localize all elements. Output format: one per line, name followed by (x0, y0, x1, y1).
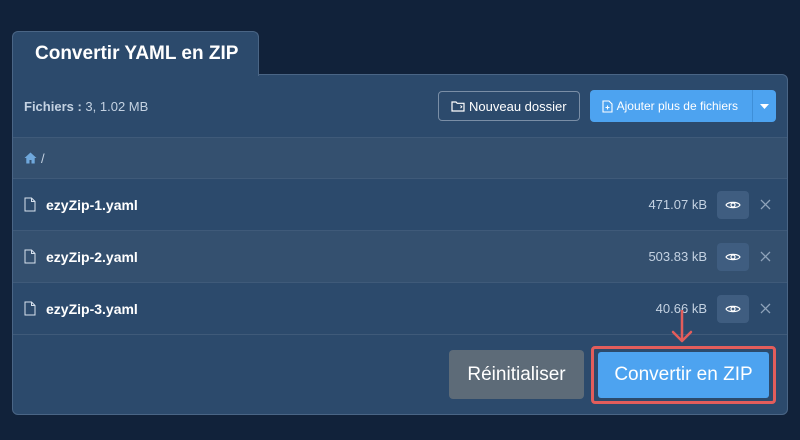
add-files-main[interactable]: Ajouter plus de fichiers (590, 90, 752, 122)
files-label: Fichiers : (24, 98, 82, 114)
file-size: 471.07 kB (648, 197, 707, 212)
reset-label: Réinitialiser (467, 363, 566, 385)
remove-file-button[interactable] (755, 247, 775, 267)
file-row: ezyZip-1.yaml 471.07 kB (13, 179, 787, 231)
toolbar: Fichiers : 3, 1.02 MB Nouveau dossier Aj… (13, 75, 787, 137)
close-icon (760, 303, 771, 314)
file-plus-icon (602, 99, 613, 113)
close-icon (760, 251, 771, 262)
add-files-label: Ajouter plus de fichiers (616, 99, 738, 113)
home-icon[interactable] (24, 152, 37, 164)
add-files-dropdown-toggle[interactable] (752, 90, 776, 122)
reset-button[interactable]: Réinitialiser (449, 350, 584, 399)
new-folder-label: Nouveau dossier (469, 98, 567, 114)
file-icon (24, 197, 38, 213)
convert-to-zip-button[interactable]: Convertir en ZIP (598, 352, 769, 398)
preview-button[interactable] (717, 294, 749, 323)
breadcrumb-separator: / (41, 150, 45, 166)
remove-file-button[interactable] (755, 195, 775, 215)
page-title: Convertir YAML en ZIP (35, 43, 239, 64)
file-icon (24, 301, 38, 317)
file-row: ezyZip-2.yaml 503.83 kB (13, 231, 787, 283)
close-icon (760, 199, 771, 210)
files-info: Fichiers : 3, 1.02 MB (24, 99, 148, 114)
caret-down-icon (760, 103, 769, 109)
eye-icon (725, 252, 741, 262)
file-name: ezyZip-3.yaml (46, 300, 138, 317)
add-files-button[interactable]: Ajouter plus de fichiers (589, 90, 776, 122)
arrow-down-icon (671, 310, 693, 343)
remove-file-button[interactable] (755, 299, 775, 319)
file-icon (24, 249, 38, 265)
file-name: ezyZip-1.yaml (46, 196, 138, 213)
file-name: ezyZip-2.yaml (46, 248, 138, 265)
eye-icon (725, 304, 741, 314)
preview-button[interactable] (717, 190, 749, 219)
page-title-tab[interactable]: Convertir YAML en ZIP (12, 31, 259, 76)
preview-button[interactable] (717, 242, 749, 271)
eye-icon (725, 200, 741, 210)
convert-label: Convertir en ZIP (614, 364, 753, 385)
breadcrumb: / (13, 137, 787, 179)
folder-sync-icon (451, 100, 465, 112)
converter-panel: Fichiers : 3, 1.02 MB Nouveau dossier Aj… (12, 74, 788, 415)
new-folder-button[interactable]: Nouveau dossier (438, 91, 580, 121)
file-size: 503.83 kB (648, 249, 707, 264)
files-value: 3, 1.02 MB (85, 98, 149, 114)
